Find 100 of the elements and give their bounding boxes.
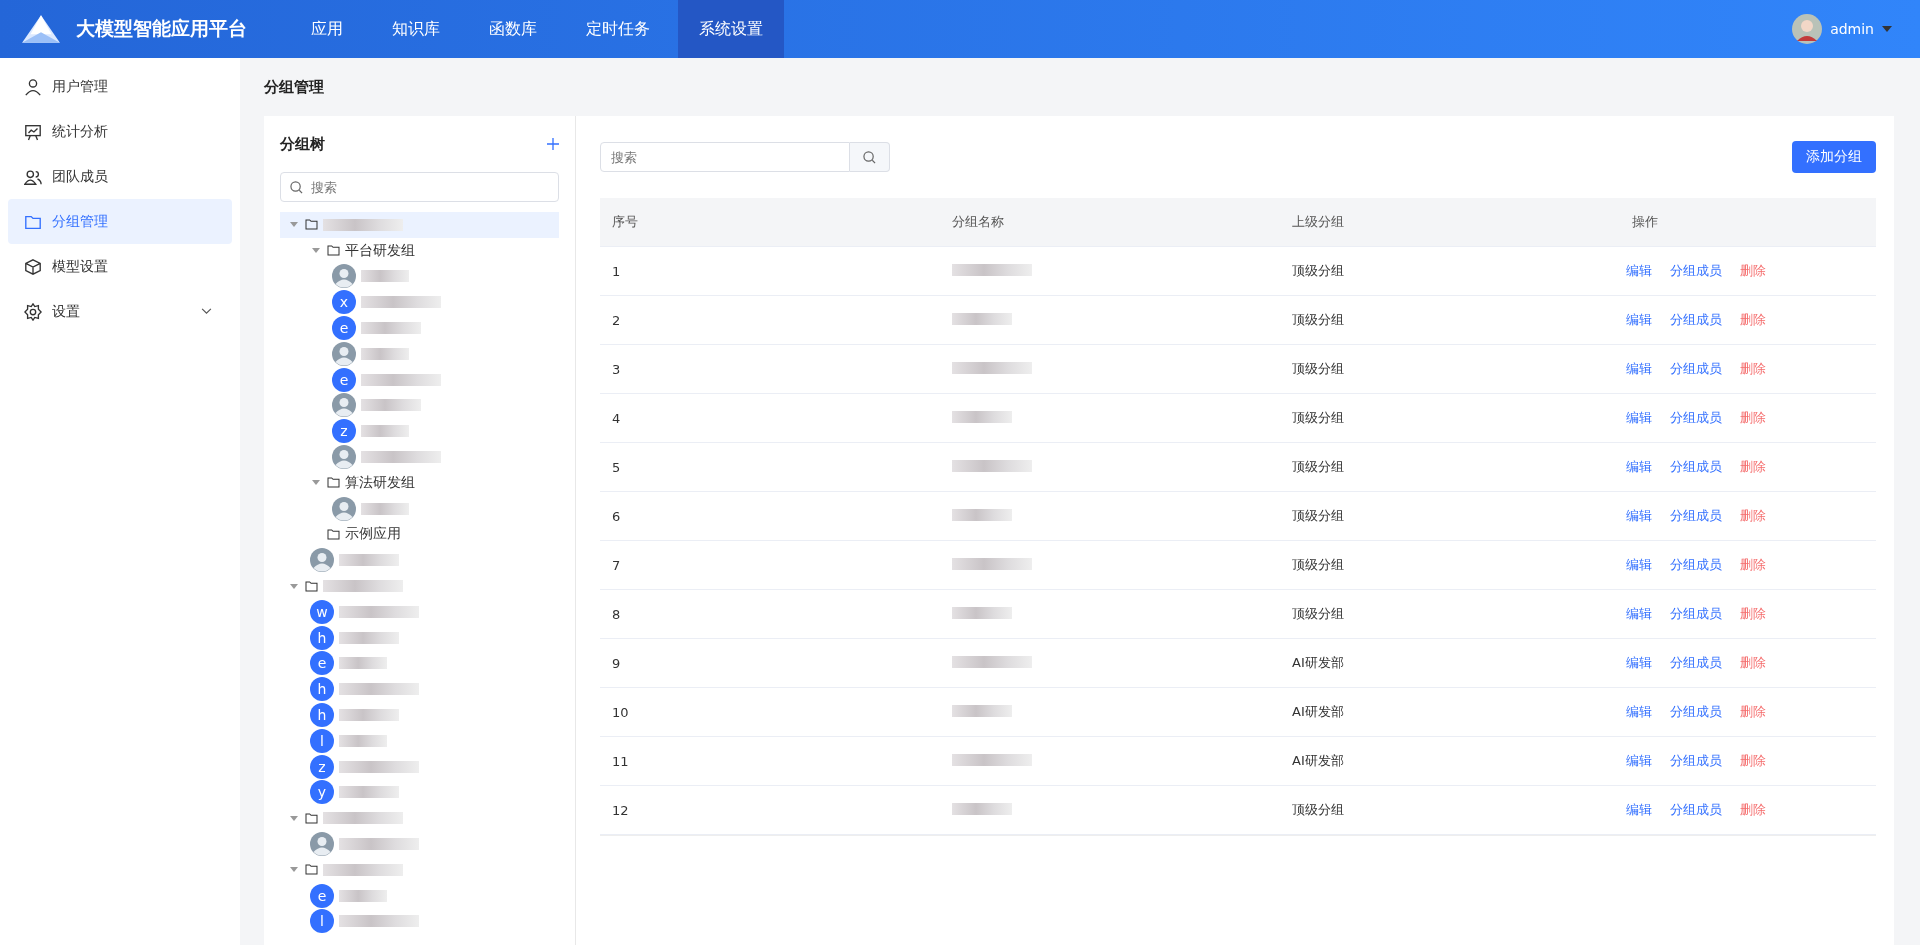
blurred-text	[952, 704, 1012, 717]
cube-icon	[24, 257, 42, 276]
caret-down-icon[interactable]	[290, 815, 298, 821]
delete-link[interactable]: 删除	[1740, 605, 1766, 623]
action-link[interactable]: 编辑	[1626, 605, 1652, 623]
table-cell-text: 顶级分组	[1291, 311, 1345, 329]
sidebar-item[interactable]: 设置	[8, 289, 232, 334]
tree-member-node[interactable]: h	[280, 676, 559, 703]
sidebar-item[interactable]: 用户管理	[8, 64, 232, 109]
blurred-text	[952, 312, 1012, 325]
sidebar-item[interactable]: 模型设置	[8, 244, 232, 289]
sidebar-item[interactable]: 统计分析	[8, 109, 232, 154]
blurred-text	[339, 657, 387, 670]
caret-down-icon[interactable]	[1882, 26, 1892, 32]
delete-link[interactable]: 删除	[1740, 654, 1766, 672]
action-link[interactable]: 分组成员	[1670, 605, 1722, 623]
user-silhouette-icon	[310, 548, 334, 573]
caret-down-icon[interactable]	[290, 867, 298, 873]
search-button[interactable]	[850, 142, 890, 172]
table-cell-text: 5	[611, 459, 622, 475]
nav-tab[interactable]: 定时任务	[565, 0, 671, 58]
tree-member-node[interactable]: e	[280, 882, 559, 909]
action-link[interactable]: 编辑	[1626, 654, 1652, 672]
table-cell-text: AI研发部	[1291, 654, 1345, 672]
action-link[interactable]: 分组成员	[1670, 801, 1722, 819]
table-cell-text: AI研发部	[1291, 703, 1345, 721]
table-cell-text: 6	[611, 508, 622, 524]
action-link[interactable]: 分组成员	[1670, 409, 1722, 427]
action-link[interactable]: 编辑	[1626, 360, 1652, 378]
sidebar-item[interactable]: 团队成员	[8, 154, 232, 199]
tree-member-node[interactable]: e	[280, 650, 559, 677]
tree-member-node[interactable]: h	[280, 702, 559, 728]
app-title: 大模型智能应用平台	[76, 16, 247, 41]
tree-member-node[interactable]: e	[280, 315, 559, 341]
nav-tab[interactable]: 函数库	[468, 0, 558, 58]
tree-search-field[interactable]: 搜索	[280, 172, 559, 202]
tree-folder-node[interactable]: 算法研发组	[280, 469, 559, 496]
action-link[interactable]: 分组成员	[1670, 507, 1722, 525]
action-link[interactable]: 分组成员	[1670, 556, 1722, 574]
action-link[interactable]: 编辑	[1626, 311, 1652, 329]
search-field[interactable]: 搜索	[600, 142, 850, 172]
action-link[interactable]: 编辑	[1626, 262, 1652, 280]
tree-member-node[interactable]: x	[280, 289, 559, 316]
action-link[interactable]: 编辑	[1626, 801, 1652, 819]
tree-member-node[interactable]: w	[280, 598, 559, 625]
action-link[interactable]: 编辑	[1626, 458, 1652, 476]
user-avatar: x	[332, 290, 356, 315]
user-name[interactable]: admin	[1830, 21, 1874, 37]
tree-member-node[interactable]: y	[280, 779, 559, 806]
delete-link[interactable]: 删除	[1740, 409, 1766, 427]
action-link[interactable]: 编辑	[1626, 409, 1652, 427]
tree-member-node[interactable]: l	[280, 727, 559, 754]
action-link[interactable]: 分组成员	[1670, 360, 1722, 378]
tree-folder-node[interactable]: 示例应用	[280, 521, 559, 548]
tree-member-node[interactable]: h	[280, 624, 559, 651]
delete-link[interactable]: 删除	[1740, 360, 1766, 378]
blurred-text	[361, 270, 409, 283]
action-link[interactable]: 分组成员	[1670, 262, 1722, 280]
tree-member-node[interactable]: e	[280, 366, 559, 393]
nav-tab[interactable]: 知识库	[371, 0, 461, 58]
table-cell-text: 顶级分组	[1291, 605, 1345, 623]
action-link[interactable]: 编辑	[1626, 752, 1652, 770]
action-link[interactable]: 编辑	[1626, 556, 1652, 574]
blurred-text	[361, 425, 409, 438]
folder-icon	[327, 245, 340, 257]
user-avatar-icon[interactable]	[1792, 14, 1823, 44]
caret-down-icon[interactable]	[290, 583, 298, 589]
action-link[interactable]: 分组成员	[1670, 752, 1722, 770]
nav-tab[interactable]: 系统设置	[678, 0, 784, 58]
delete-link[interactable]: 删除	[1740, 801, 1766, 819]
action-link[interactable]: 分组成员	[1670, 458, 1722, 476]
action-link[interactable]: 分组成员	[1670, 311, 1722, 329]
delete-link[interactable]: 删除	[1740, 262, 1766, 280]
tree-member-node[interactable]: l	[280, 908, 559, 935]
delete-link[interactable]: 删除	[1740, 703, 1766, 721]
delete-link[interactable]: 删除	[1740, 556, 1766, 574]
tree-folder-node[interactable]: 平台研发组	[280, 237, 559, 264]
tree-member-node[interactable]: z	[280, 418, 559, 445]
caret-down-icon[interactable]	[290, 222, 298, 228]
delete-link[interactable]: 删除	[1740, 311, 1766, 329]
tree-folder-node[interactable]	[280, 212, 559, 238]
nav-tab[interactable]: 应用	[290, 0, 364, 58]
action-link[interactable]: 分组成员	[1670, 654, 1722, 672]
folder-icon	[305, 812, 318, 824]
delete-link[interactable]: 删除	[1740, 458, 1766, 476]
delete-link[interactable]: 删除	[1740, 752, 1766, 770]
action-link[interactable]: 编辑	[1626, 703, 1652, 721]
user-avatar: h	[310, 677, 334, 702]
tree-member-node[interactable]: z	[280, 753, 559, 780]
action-link[interactable]: 分组成员	[1670, 703, 1722, 721]
column-header: 上级分组	[1291, 213, 1345, 231]
action-link[interactable]: 编辑	[1626, 507, 1652, 525]
folder-icon	[305, 580, 318, 592]
caret-down-icon[interactable]	[312, 248, 320, 254]
delete-link[interactable]: 删除	[1740, 507, 1766, 525]
caret-down-icon[interactable]	[312, 480, 320, 486]
add-icon[interactable]	[547, 138, 559, 150]
sidebar-item[interactable]: 分组管理	[8, 199, 232, 244]
add-group-button[interactable]: 添加分组	[1792, 141, 1876, 173]
blurred-text	[361, 322, 421, 335]
